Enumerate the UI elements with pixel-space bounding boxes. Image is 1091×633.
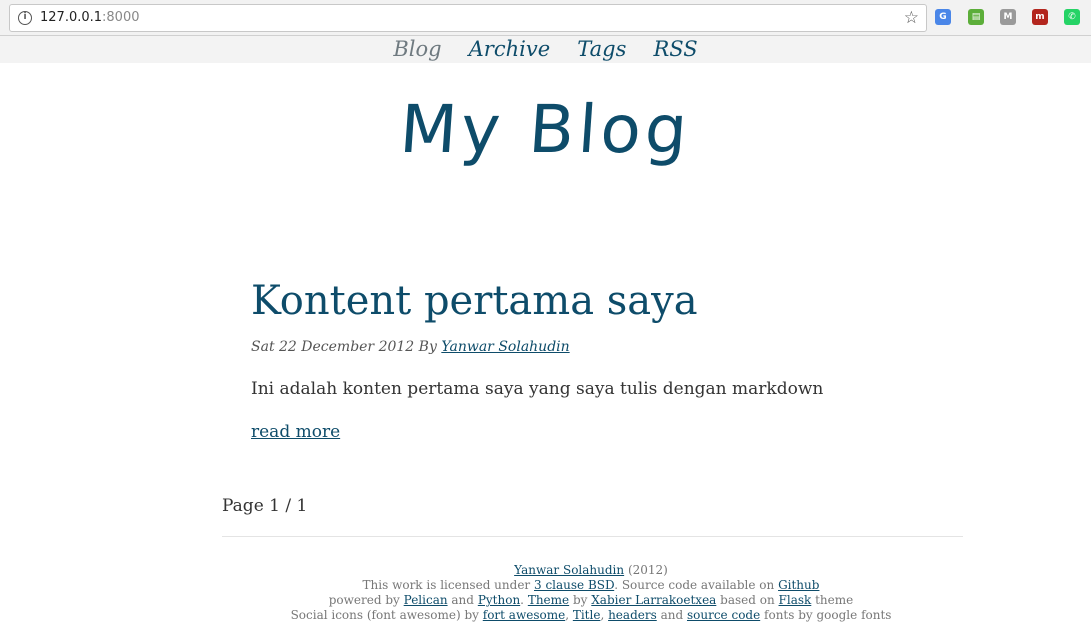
footer-year: (2012) (627, 563, 668, 577)
theme-link[interactable]: Theme (528, 593, 569, 607)
pelican-link[interactable]: Pelican (404, 593, 448, 607)
printer-icon[interactable]: ▤ (968, 9, 984, 25)
footer-line-2: This work is licensed under 3 clause BSD… (200, 578, 982, 593)
read-more-link[interactable]: read more (251, 421, 971, 443)
headers-font-link[interactable]: headers (608, 608, 657, 622)
based-on-text: based on (720, 593, 775, 607)
source-text: . Source code available on (614, 578, 775, 592)
and-text-2: and (660, 608, 684, 622)
post-date: Sat 22 December 2012 (251, 339, 415, 355)
python-link[interactable]: Python (478, 593, 520, 607)
browser-toolbar: i 127.0.0.1:8000 ☆ G ▤ Mm ✆ (0, 0, 1091, 36)
url-host: 127.0.0.1 (40, 10, 103, 25)
footer-line-3: powered by Pelican and Python. Theme by … (328, 593, 854, 607)
post-summary: Ini adalah konten pertama saya yang saya… (251, 379, 824, 399)
post-title[interactable]: Kontent pertama saya (251, 276, 971, 326)
fonts-by-google-text: fonts by google fonts (764, 608, 892, 622)
github-link[interactable]: Github (778, 578, 819, 592)
footer-line-1: Yanwar Solahudin (2012) (200, 563, 982, 578)
post-entry: Kontent pertama saya Sat 22 December 201… (251, 276, 971, 443)
theme-author-link[interactable]: Xabier Larrakoetxea (591, 593, 716, 607)
nav-archive[interactable]: Archive (469, 36, 551, 63)
footer-line-4: Social icons (font awesome) by fort awes… (290, 608, 892, 622)
theme-word: theme (815, 593, 854, 607)
post-meta: Sat 22 December 2012 By Yanwar Solahudin (251, 338, 971, 356)
nav-blog[interactable]: Blog (393, 36, 441, 63)
flask-link[interactable]: Flask (779, 593, 812, 607)
fort-awesome-link[interactable]: fort awesome (483, 608, 565, 622)
m-extension-icon[interactable]: M (1000, 9, 1016, 25)
and-text: and (451, 593, 474, 607)
social-text: Social icons (font awesome) by (290, 608, 479, 622)
footer-divider (222, 536, 963, 537)
url-text[interactable]: 127.0.0.1:8000 (40, 10, 140, 26)
by-text: by (572, 593, 588, 607)
source-code-font-link[interactable]: source code (687, 608, 760, 622)
post-author-link[interactable]: Yanwar Solahudin (441, 339, 569, 355)
bookmark-star-icon[interactable]: ☆ (904, 8, 919, 28)
powered-by-text: powered by (328, 593, 400, 607)
title-font-link[interactable]: Title (573, 608, 601, 622)
site-logo[interactable]: My Blog (0, 80, 1091, 180)
red-extension-icon[interactable]: m (1032, 9, 1048, 25)
footer-author-link[interactable]: Yanwar Solahudin (514, 563, 624, 577)
nav-tags[interactable]: Tags (577, 36, 626, 63)
address-bar[interactable]: i 127.0.0.1:8000 ☆ (9, 4, 927, 32)
pagination-text: Page 1 / 1 (222, 496, 308, 516)
site-footer: Yanwar Solahudin (2012) This work is lic… (200, 563, 982, 623)
license-text: This work is licensed under (362, 578, 531, 592)
whatsapp-icon[interactable]: ✆ (1064, 9, 1080, 25)
url-port: :8000 (102, 10, 140, 25)
post-by: By (418, 339, 437, 355)
google-translate-icon[interactable]: G (935, 9, 951, 25)
site-nav: Blog Archive Tags RSS (0, 36, 1091, 63)
license-link[interactable]: 3 clause BSD (534, 578, 614, 592)
site-info-icon[interactable]: i (18, 11, 32, 25)
nav-rss[interactable]: RSS (653, 36, 697, 63)
